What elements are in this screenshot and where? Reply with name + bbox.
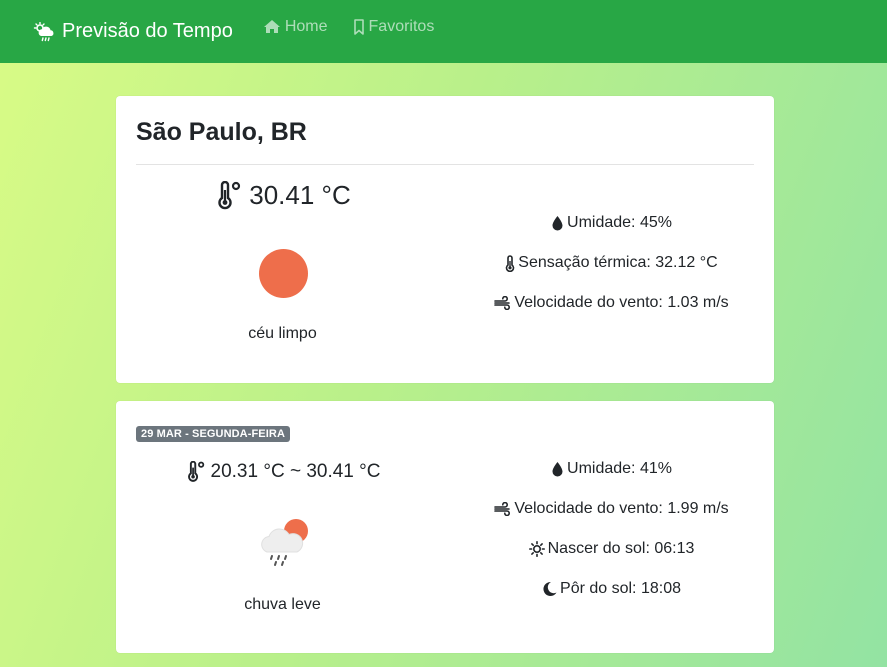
feels-like-label: Sensação térmica: 32.12 °C [518,254,718,271]
forecast-temperature-range: 20.31 °C ~ 30.41 °C [116,461,449,483]
date-badge: 29 MAR - SEGUNDA-FEIRA [136,426,290,442]
forecast-card: 29 MAR - SEGUNDA-FEIRA 20.31 °C ~ 30.41 … [116,401,774,653]
forecast-wind-label: Velocidade do vento: 1.99 m/s [514,500,729,517]
sunset-label: Pôr do sol: 18:08 [560,580,681,597]
forecast-description: chuva leve [244,596,321,613]
humidity-label: Umidade: 45% [567,214,672,231]
bookmark-icon [353,18,364,35]
sunrise-row: Nascer do sol: 06:13 [449,540,774,558]
thermometer-icon [218,180,241,209]
thermometer-icon [187,461,204,482]
weather-description: céu limpo [248,325,317,342]
nav-favorites-label: Favoritos [368,17,435,35]
home-icon [263,20,280,33]
wind-label: Velocidade do vento: 1.03 m/s [514,294,729,311]
forecast-humidity-row: Umidade: 41% [449,460,774,478]
forecast-humidity-label: Umidade: 41% [567,460,672,477]
droplet-icon [552,216,563,231]
divider [136,164,754,165]
wind-icon [494,296,511,310]
temp-range-value: 20.31 °C ~ 30.41 °C [210,461,381,482]
sun-icon [259,249,308,298]
current-weather-card: São Paulo, BR 30.41 °C céu limpo Umidade… [116,96,774,383]
nav-home[interactable]: Home [263,18,328,36]
navbar: Previsão do Tempo Home Favoritos [0,0,887,63]
current-temperature: 30.41 °C [116,180,449,211]
nav-home-label: Home [284,17,328,35]
sun-icon [528,541,545,557]
sunset-row: Pôr do sol: 18:08 [449,580,774,598]
moon-icon [543,581,557,596]
light-rain-icon [261,519,308,566]
sunrise-label: Nascer do sol: 06:13 [547,540,695,557]
thermometer-half-icon [506,254,515,272]
temperature-value: 30.41 °C [249,180,351,210]
cloud-sun-rain-icon [33,21,54,41]
brand[interactable]: Previsão do Tempo [33,20,233,43]
droplet-icon [552,462,563,477]
forecast-wind-row: Velocidade do vento: 1.99 m/s [449,500,774,518]
feels-like-row: Sensação térmica: 32.12 °C [449,254,774,272]
wind-icon [494,502,511,516]
brand-label: Previsão do Tempo [62,20,233,42]
wind-row: Velocidade do vento: 1.03 m/s [449,294,774,312]
humidity-row: Umidade: 45% [449,214,774,232]
nav-favorites[interactable]: Favoritos [353,17,435,36]
city-title: São Paulo, BR [136,118,307,146]
